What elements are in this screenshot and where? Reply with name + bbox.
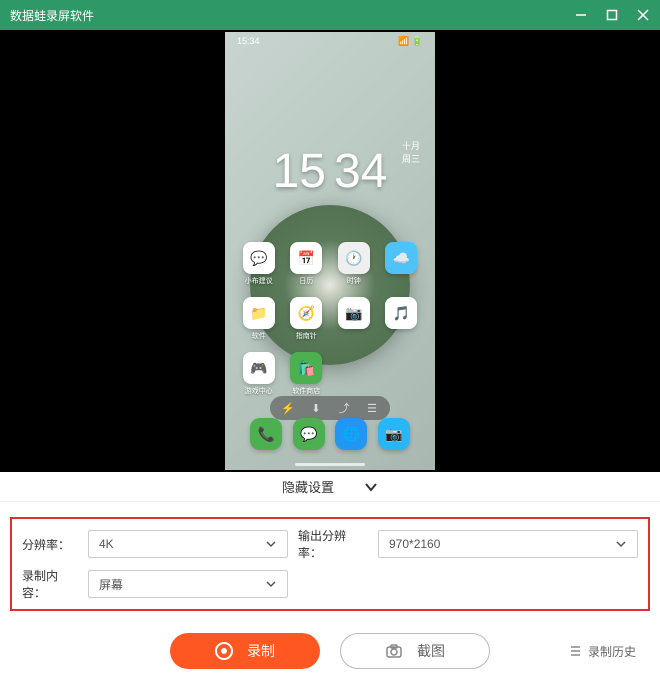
chevron-down-icon [265, 578, 277, 590]
settings-toggle-label: 隐藏设置 [282, 477, 334, 496]
phone-app-icon: 📁 [243, 297, 275, 329]
settings-row-content: 录制内容： 屏幕 [22, 567, 638, 601]
clock-hour: 15 [273, 144, 326, 199]
phone-app-row-1: 💬小布建议 📅日历 🕐时钟 ☁️ [225, 242, 435, 286]
content-label: 录制内容： [22, 567, 78, 601]
phone-dock-icon: 🌐 [335, 418, 367, 450]
phone-app-icon: 📷 [338, 297, 370, 329]
phone-app-icon: 🕐 [338, 242, 370, 274]
resolution-select[interactable]: 4K [88, 530, 288, 558]
clock-minute: 34 [334, 144, 387, 199]
chevron-down-icon [265, 538, 277, 550]
settings-toggle[interactable]: 隐藏设置 [0, 472, 660, 502]
resolution-label: 分辨率： [22, 536, 78, 553]
phone-app-icon: 🎮 [243, 352, 275, 384]
titlebar: 数据蛙录屏软件 [0, 0, 660, 30]
settings-panel: 分辨率： 4K 输出分辨率： 970*2160 录制内容： 屏幕 [0, 502, 660, 621]
minimize-icon [574, 8, 588, 22]
phone-dock-chip: ⚡ ⬇ ⤴ ☰ [270, 396, 390, 420]
phone-app-icon: 🎵 [385, 297, 417, 329]
content-select[interactable]: 屏幕 [88, 570, 288, 598]
history-label: 录制历史 [588, 643, 636, 660]
phone-dock-icon: 💬 [293, 418, 325, 450]
output-resolution-label: 输出分辨率： [298, 527, 368, 561]
maximize-icon [606, 9, 618, 21]
window-controls [574, 8, 650, 22]
preview-area: 15:34 📶 🔋 15 34 十月 周三 💬小布建议 📅日历 🕐时钟 ☁️ 📁… [0, 30, 660, 472]
phone-app-icon: 💬 [243, 242, 275, 274]
record-icon [215, 642, 233, 660]
resolution-value: 4K [99, 537, 114, 551]
app-title: 数据蛙录屏软件 [10, 7, 574, 24]
settings-highlight-box: 分辨率： 4K 输出分辨率： 970*2160 录制内容： 屏幕 [10, 517, 650, 611]
phone-dock-icon: 📷 [378, 418, 410, 450]
phone-home-indicator [295, 463, 365, 466]
history-link[interactable]: 录制历史 [568, 643, 636, 660]
minimize-button[interactable] [574, 8, 588, 22]
camera-icon [385, 642, 403, 660]
list-icon [568, 644, 582, 658]
phone-app-icon: 📅 [290, 242, 322, 274]
dock-mini-icon: ☰ [364, 400, 380, 416]
close-icon [636, 8, 650, 22]
dock-mini-icon: ⤴ [336, 400, 352, 416]
close-button[interactable] [636, 8, 650, 22]
settings-row-resolution: 分辨率： 4K 输出分辨率： 970*2160 [22, 527, 638, 561]
output-resolution-value: 970*2160 [389, 537, 440, 551]
phone-status-icons: 📶 🔋 [398, 36, 423, 50]
phone-preview: 15:34 📶 🔋 15 34 十月 周三 💬小布建议 📅日历 🕐时钟 ☁️ 📁… [225, 32, 435, 470]
screenshot-button-label: 截图 [417, 641, 445, 661]
phone-app-icon: ☁️ [385, 242, 417, 274]
record-button[interactable]: 录制 [170, 633, 320, 669]
chevron-down-icon [615, 538, 627, 550]
dock-mini-icon: ⬇ [308, 400, 324, 416]
phone-status-time: 15:34 [237, 36, 260, 50]
dock-mini-icon: ⚡ [280, 400, 296, 416]
phone-app-row-2: 📁软件 🧭指南针 📷 🎵 [225, 297, 435, 341]
phone-app-icon: 🧭 [290, 297, 322, 329]
phone-dock: 📞 💬 🌐 📷 [225, 418, 435, 450]
output-resolution-select[interactable]: 970*2160 [378, 530, 638, 558]
phone-app-row-3: 🎮游戏中心 🛍️软件商店 [225, 352, 435, 396]
action-bar: 录制 截图 录制历史 [0, 621, 660, 685]
phone-app-icon: 🛍️ [290, 352, 322, 384]
phone-dock-icon: 📞 [250, 418, 282, 450]
content-value: 屏幕 [99, 576, 123, 593]
screenshot-button[interactable]: 截图 [340, 633, 490, 669]
record-button-label: 录制 [247, 641, 275, 661]
phone-statusbar: 15:34 📶 🔋 [225, 32, 435, 54]
maximize-button[interactable] [606, 9, 618, 21]
chevron-down-icon [364, 480, 378, 494]
